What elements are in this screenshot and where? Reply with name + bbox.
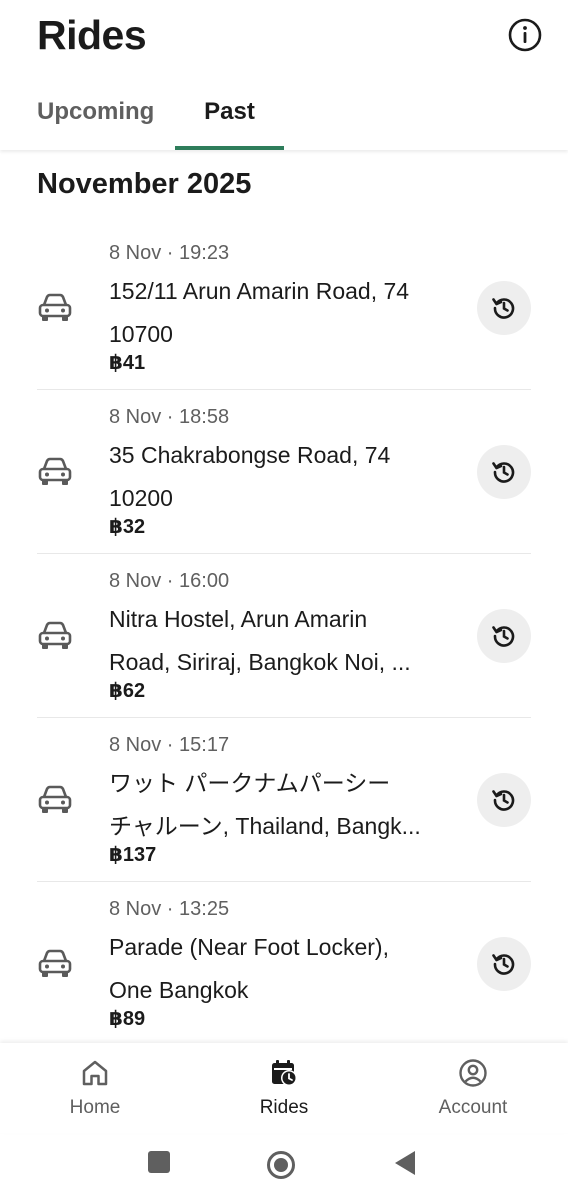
calendar-clock-icon — [272, 1060, 297, 1086]
nav-account-label: Account — [438, 1097, 508, 1118]
bottom-navigation: Home Rides Account — [0, 1043, 568, 1133]
ride-destination-line2: 10200 — [109, 485, 173, 511]
ride-price: ฿137 — [109, 844, 157, 866]
ride-destination-line1: Nitra Hostel, Arun Amarin — [109, 606, 368, 632]
ride-item[interactable]: 8 Nov · 13:25 Parade (Near Foot Locker),… — [0, 882, 568, 1046]
car-icon — [38, 949, 72, 977]
rebook-button[interactable] — [477, 609, 531, 663]
ride-price: ฿62 — [109, 680, 146, 702]
ride-time: 8 Nov · 18:58 — [109, 406, 230, 428]
ride-item[interactable]: 8 Nov · 15:17 ワット パークナムパーシー チャルーン, Thail… — [0, 718, 568, 882]
ride-destination-line1: ワット パークナムパーシー — [109, 770, 391, 796]
rebook-button[interactable] — [477, 937, 531, 991]
history-icon — [492, 790, 515, 811]
ride-price: ฿32 — [109, 516, 146, 538]
account-icon — [459, 1059, 487, 1087]
car-icon — [38, 457, 72, 485]
ride-price: ฿89 — [109, 1008, 146, 1030]
ride-destination-line1: 35 Chakrabongse Road, 74 — [109, 442, 391, 468]
car-icon — [38, 785, 72, 813]
app-header: Rides Upcoming Past — [0, 0, 568, 150]
rebook-button[interactable] — [477, 773, 531, 827]
active-tab-indicator — [175, 146, 284, 150]
ride-time: 8 Nov · 19:23 — [109, 242, 230, 264]
ride-item[interactable]: 8 Nov · 19:23 152/11 Arun Amarin Road, 7… — [0, 226, 568, 390]
ride-destination: 35 Chakrabongse Road, 74 10200 — [109, 434, 449, 520]
section-title: November 2025 — [37, 168, 252, 200]
ride-time: 8 Nov · 13:25 — [109, 898, 230, 920]
car-icon — [38, 621, 72, 649]
ride-destination: Parade (Near Foot Locker), One Bangkok — [109, 926, 449, 1012]
back-triangle-icon[interactable] — [393, 1150, 417, 1176]
home-icon — [82, 1060, 108, 1086]
ride-item[interactable]: 8 Nov · 18:58 35 Chakrabongse Road, 74 1… — [0, 390, 568, 554]
info-button[interactable] — [506, 16, 544, 54]
ride-destination-line1: 152/11 Arun Amarin Road, 74 — [109, 278, 410, 304]
square-icon[interactable] — [147, 1150, 171, 1174]
ride-item[interactable]: 8 Nov · 16:00 Nitra Hostel, Arun Amarin … — [0, 554, 568, 718]
ride-time: 8 Nov · 15:17 — [109, 734, 230, 756]
nav-home-label: Home — [69, 1097, 121, 1118]
ride-destination: Nitra Hostel, Arun Amarin Road, Siriraj,… — [109, 598, 449, 684]
ride-destination-line1: Parade (Near Foot Locker), — [109, 934, 389, 960]
history-icon — [492, 626, 515, 647]
page-title: Rides — [37, 12, 147, 58]
ride-destination-line2: チャルーン, Thailand, Bangk... — [109, 813, 421, 839]
info-icon — [508, 18, 542, 52]
system-navigation-bar — [0, 1133, 568, 1200]
rides-list: 8 Nov · 19:23 152/11 Arun Amarin Road, 7… — [0, 226, 568, 1046]
circle-icon[interactable] — [266, 1150, 296, 1180]
ride-destination-line2: 10700 — [109, 321, 173, 347]
nav-account[interactable]: Account — [413, 1057, 533, 1119]
rebook-button[interactable] — [477, 281, 531, 335]
rebook-button[interactable] — [477, 445, 531, 499]
tab-upcoming[interactable]: Upcoming — [37, 98, 154, 126]
ride-destination-line2: Road, Siriraj, Bangkok Noi, ... — [109, 649, 411, 675]
ride-time: 8 Nov · 16:00 — [109, 570, 230, 592]
history-icon — [492, 462, 515, 483]
ride-price: ฿41 — [109, 352, 146, 374]
car-icon — [38, 293, 72, 321]
nav-rides[interactable]: Rides — [224, 1057, 344, 1119]
nav-rides-label: Rides — [259, 1097, 309, 1118]
ride-destination: ワット パークナムパーシー チャルーン, Thailand, Bangk... — [109, 762, 449, 848]
tab-past[interactable]: Past — [175, 98, 284, 150]
ride-destination: 152/11 Arun Amarin Road, 74 10700 — [109, 270, 449, 356]
history-icon — [492, 298, 515, 319]
ride-destination-line2: One Bangkok — [109, 977, 249, 1003]
nav-home[interactable]: Home — [35, 1057, 155, 1119]
history-icon — [492, 954, 515, 975]
